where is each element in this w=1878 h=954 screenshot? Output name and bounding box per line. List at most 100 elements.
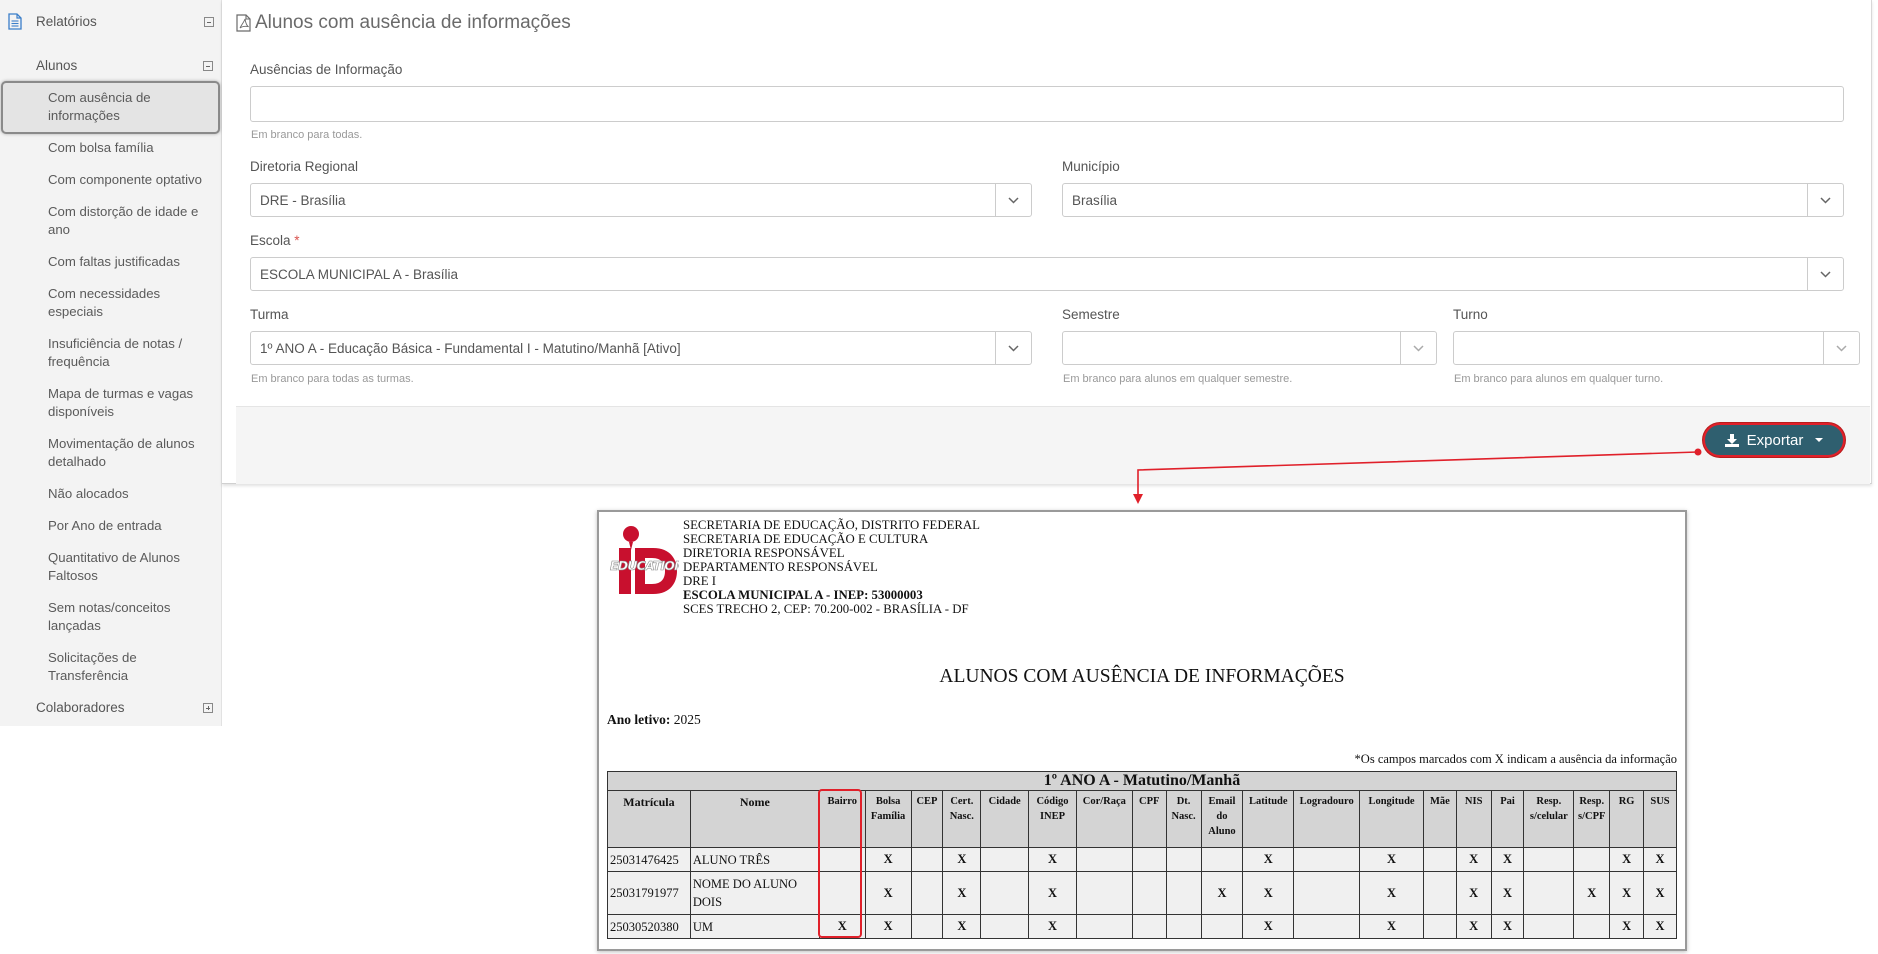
column-header: Cidade [980, 790, 1030, 848]
cell-mark [980, 847, 1030, 872]
sidebar-item-componente-optativo[interactable]: Com componente optativo [48, 171, 218, 189]
ano-value: 2025 [673, 712, 701, 727]
cell-mark [818, 847, 866, 872]
cell-mark: X [1455, 914, 1492, 939]
column-header: Cert. Nasc. [942, 790, 982, 848]
cell-mark: X [1242, 871, 1295, 915]
sidebar-item-insuficiencia[interactable]: Insuficiência de notas / frequência [48, 335, 218, 371]
turma-value: 1º ANO A - Educação Básica - Fundamental… [260, 341, 681, 356]
sidebar-item-ano-entrada[interactable]: Por Ano de entrada [48, 517, 218, 535]
column-header: Resp. s/celular [1523, 790, 1575, 848]
turno-label: Turno [1453, 307, 1488, 322]
cell-matricula: 25031476425 [607, 847, 691, 872]
municipio-label: Município [1062, 159, 1120, 174]
turno-select[interactable] [1453, 331, 1860, 365]
report-table-wrap: 1º ANO A - Matutino/Manhã Matrícula Nome B… [607, 771, 1678, 939]
cell-mark [1523, 847, 1575, 872]
report-note: *Os campos marcados com X indicam a ausê… [1354, 752, 1677, 766]
semestre-help: Em branco para alunos em qualquer semest… [1063, 373, 1293, 385]
cell-mark: X [1455, 871, 1492, 915]
svg-text:EDUCATION: EDUCATION [610, 558, 679, 573]
cell-mark [1075, 871, 1133, 915]
sidebar-item-faltas[interactable]: Com faltas justificadas [48, 253, 218, 271]
sidebar-item-distorcao[interactable]: Com distorção de idade e ano [48, 203, 218, 239]
column-header: Dt. Nasc. [1165, 790, 1202, 848]
cell-mark: X [1609, 847, 1644, 872]
cell-mark: X [1028, 871, 1077, 915]
dre-value: DRE - Brasília [260, 193, 346, 208]
cell-mark [910, 914, 944, 939]
sidebar-item-movimentacao[interactable]: Movimentação de alunos detalhado [48, 435, 218, 471]
page-title-text: Alunos com ausência de informações [255, 12, 571, 33]
column-header: Bolsa Família [864, 790, 912, 848]
cell-nome: UM [689, 914, 820, 939]
sidebar-item-necessidades[interactable]: Com necessidades especiais [48, 285, 218, 321]
municipio-select[interactable]: Brasília [1062, 183, 1844, 217]
cell-mark [1165, 914, 1202, 939]
cell-mark [1422, 914, 1457, 939]
sidebar-item-mapa-turmas[interactable]: Mapa de turmas e vagas disponíveis [48, 385, 218, 421]
cell-mark: X [864, 847, 912, 872]
cell-nome: NOME DO ALUNO DOIS [689, 871, 820, 915]
semestre-select[interactable] [1062, 331, 1437, 365]
form-footer [236, 406, 1870, 484]
column-header: Nome [689, 790, 820, 848]
cell-mark [818, 871, 866, 915]
column-header: Bairro [818, 790, 866, 848]
chevron-down-icon[interactable] [1807, 258, 1843, 290]
expand-plus-icon[interactable] [203, 703, 213, 713]
turma-select[interactable]: 1º ANO A - Educação Básica - Fundamental… [250, 331, 1032, 365]
ausencias-label: Ausências de Informação [250, 62, 403, 77]
chevron-down-icon[interactable] [1400, 332, 1436, 364]
column-header: RG [1609, 790, 1644, 848]
chevron-down-icon[interactable] [995, 332, 1031, 364]
cell-mark: X [1455, 847, 1492, 872]
caret-down-icon [1815, 438, 1824, 442]
cell-mark: X [942, 847, 982, 872]
chevron-down-icon[interactable] [995, 184, 1031, 216]
chevron-down-icon[interactable] [1823, 332, 1859, 364]
group-title: 1º ANO A - Matutino/Manhã [607, 771, 1677, 791]
cell-mark [1200, 847, 1244, 872]
page-title: Alunos com ausência de informações [236, 12, 571, 34]
cell-mark [1131, 914, 1167, 939]
sidebar-item-nao-alocados[interactable]: Não alocados [48, 485, 218, 503]
sidebar-root-relatorios[interactable]: Relatórios [0, 8, 222, 36]
escola-select[interactable]: ESCOLA MUNICIPAL A - Brasília [250, 257, 1844, 291]
collapse-minus-icon[interactable] [203, 61, 213, 71]
cell-mark [1075, 847, 1133, 872]
column-header: Pai [1490, 790, 1525, 848]
sidebar-group-alunos[interactable]: Alunos [36, 58, 77, 73]
dre-select[interactable]: DRE - Brasília [250, 183, 1032, 217]
sidebar-item-ausencia[interactable]: Com ausência de informações [48, 89, 218, 125]
sidebar-group-colaboradores[interactable]: Colaboradores [36, 700, 125, 715]
cell-mark [910, 871, 944, 915]
download-icon [1724, 433, 1739, 447]
escola-label: Escola * [250, 233, 300, 248]
header-line: SECRETARIA DE EDUCAÇÃO E CULTURA [683, 532, 929, 546]
school-line: ESCOLA MUNICIPAL A - INEP: 53000003 [683, 588, 923, 602]
escola-label-text: Escola [250, 233, 291, 248]
cell-mark [1573, 914, 1611, 939]
ausencias-input[interactable] [250, 86, 1844, 122]
column-header: Matrícula [607, 790, 691, 848]
cell-mark [1165, 847, 1202, 872]
sidebar-item-bolsa-familia[interactable]: Com bolsa família [48, 139, 218, 157]
sidebar-item-alunos-faltosos[interactable]: Quantitativo de Alunos Faltosos [48, 549, 218, 585]
pdf-file-icon [236, 14, 251, 32]
collapse-minus-icon[interactable] [204, 17, 214, 27]
cell-mark: X [942, 914, 982, 939]
sidebar-item-sem-notas[interactable]: Sem notas/conceitos lançadas [48, 599, 218, 635]
sidebar: Relatórios Alunos Com ausência de inform… [0, 0, 222, 726]
cell-mark: X [1028, 847, 1077, 872]
export-button[interactable]: Exportar [1703, 423, 1845, 457]
cell-mark [910, 847, 944, 872]
table-row: 25030520380 UM X X X X X X X X X X [607, 914, 1678, 939]
cell-mark [1523, 871, 1575, 915]
cell-nome: ALUNO TRÊS [689, 847, 820, 872]
chevron-down-icon[interactable] [1807, 184, 1843, 216]
cell-mark: X [1609, 914, 1644, 939]
column-header: CPF [1131, 790, 1167, 848]
sidebar-item-transferencia[interactable]: Solicitações de Transferência [48, 649, 218, 685]
column-header: Código INEP [1028, 790, 1077, 848]
